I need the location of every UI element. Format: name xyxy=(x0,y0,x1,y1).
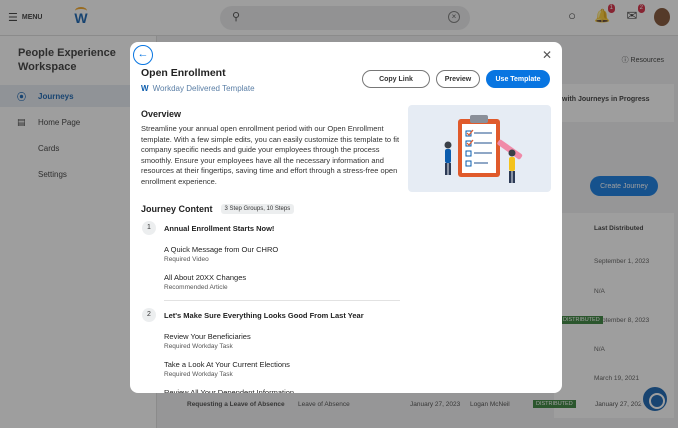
step-count-badge: 3 Step Groups, 10 Steps xyxy=(220,204,295,214)
step-number: 2 xyxy=(142,308,156,322)
use-template-button[interactable]: Use Template xyxy=(486,70,550,88)
step-item-title[interactable]: A Quick Message from Our CHRO xyxy=(164,245,278,254)
step-item-title[interactable]: Review Your Beneficiaries xyxy=(164,332,251,341)
step-item-title[interactable]: All About 20XX Changes xyxy=(164,273,246,282)
clipboard-illustration xyxy=(408,105,551,192)
template-source-label: Workday Delivered Template xyxy=(152,84,255,93)
journey-content-heading: Journey Content 3 Step Groups, 10 Steps xyxy=(141,204,295,214)
step-item-type: Required Workday Task xyxy=(164,343,233,350)
copy-link-button[interactable]: Copy Link xyxy=(362,70,430,88)
workday-w-icon: W xyxy=(141,84,149,93)
template-modal: ← ✕ Open Enrollment W Workday Delivered … xyxy=(130,42,562,393)
step-item-type: Required Video xyxy=(164,256,209,263)
divider xyxy=(164,300,400,301)
preview-button[interactable]: Preview xyxy=(436,70,480,88)
modal-actions: Copy Link Preview Use Template xyxy=(362,70,550,88)
step-number: 1 xyxy=(142,221,156,235)
close-icon[interactable]: ✕ xyxy=(542,48,552,62)
step-item-type: Recommended Article xyxy=(164,284,228,291)
back-arrow-icon[interactable]: ← xyxy=(133,45,153,65)
template-source: W Workday Delivered Template xyxy=(141,84,255,93)
step-item-type: Required Workday Task xyxy=(164,371,233,378)
step-item-title[interactable]: Review All Your Dependent Information xyxy=(164,388,294,393)
journey-content-title: Journey Content xyxy=(141,204,213,214)
overview-text: Streamline your annual open enrollment p… xyxy=(141,124,400,186)
step-group-title: Annual Enrollment Starts Now! xyxy=(164,224,275,233)
step-item-title[interactable]: Take a Look At Your Current Elections xyxy=(164,360,290,369)
overview-heading: Overview xyxy=(141,109,182,119)
step-group-title: Let's Make Sure Everything Looks Good Fr… xyxy=(164,311,364,320)
modal-title: Open Enrollment xyxy=(141,67,226,79)
clipboard-checklist-icon xyxy=(444,115,523,183)
